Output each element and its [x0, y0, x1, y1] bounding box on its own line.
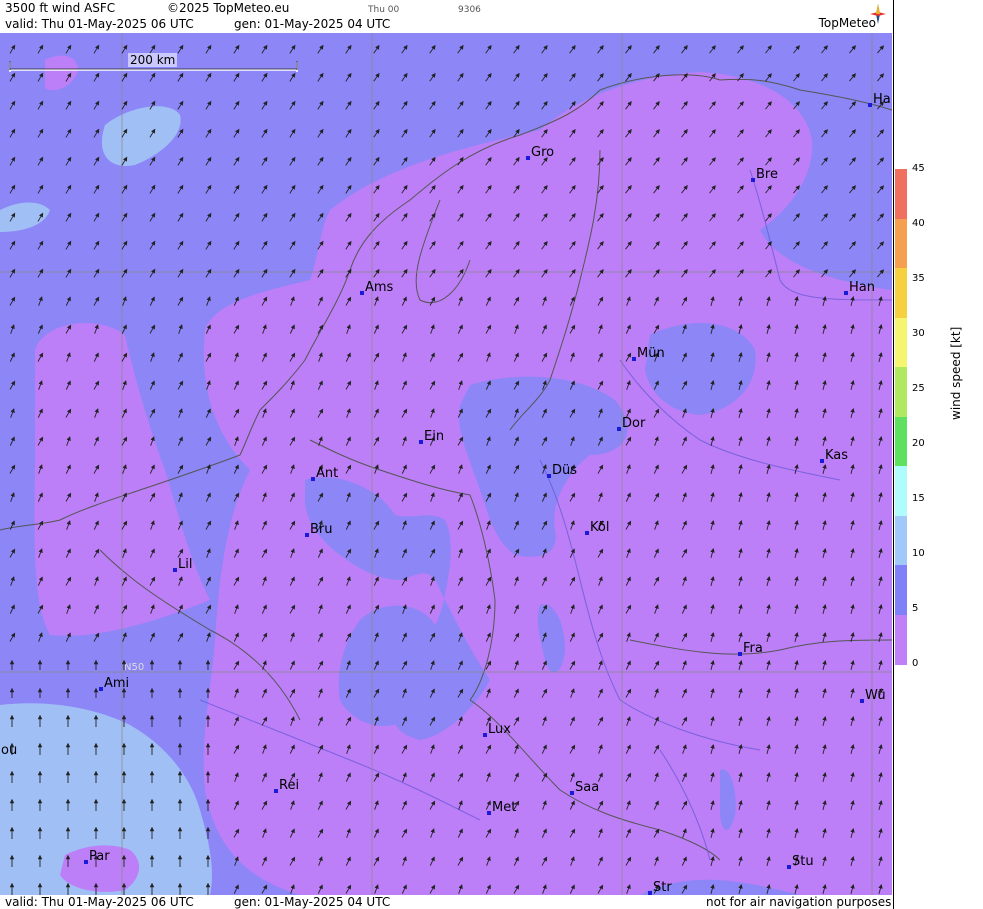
- city-label: Ha: [873, 92, 891, 107]
- legend-band: [895, 367, 907, 417]
- city-marker[interactable]: [173, 568, 177, 572]
- legend-tick: 0: [912, 658, 919, 669]
- city-label: Rei: [279, 778, 299, 793]
- legend-band: [895, 466, 907, 516]
- legend-tick: 35: [912, 273, 925, 284]
- city-label: Mün: [637, 346, 665, 361]
- legend-band: [895, 416, 907, 467]
- legend-band: [895, 614, 907, 665]
- city-marker[interactable]: [419, 440, 423, 444]
- city-marker[interactable]: [860, 699, 864, 703]
- legend-tick: 15: [912, 493, 925, 504]
- grid-label-n50: N50: [124, 662, 144, 673]
- city-label: Stu: [792, 854, 814, 869]
- city-label: Wü: [865, 688, 886, 703]
- city-label: Köl: [590, 520, 609, 535]
- city-label: Saa: [575, 780, 599, 795]
- copyright: ©2025 TopMeteo.eu: [167, 1, 290, 15]
- color-legend: 45 40 35 30 25 20 15 10 5 0 wind speed [kt]: [893, 0, 983, 909]
- city-marker[interactable]: [844, 291, 848, 295]
- city-label: Dor: [622, 416, 646, 431]
- legend-unit: wind speed [kt]: [949, 326, 963, 420]
- city-marker[interactable]: [487, 811, 491, 815]
- legend-tick: 25: [912, 383, 925, 394]
- run-label: Thu 00: [368, 5, 400, 15]
- city-marker[interactable]: [738, 652, 742, 656]
- legend-tick: 45: [912, 163, 925, 174]
- footer-valid: valid: Thu 01-May-2025 06 UTC: [5, 895, 194, 909]
- city-marker[interactable]: [84, 860, 88, 864]
- city-label: Str: [653, 880, 672, 895]
- valid-time: valid: Thu 01-May-2025 06 UTC: [5, 17, 194, 31]
- footer-gen: gen: 01-May-2025 04 UTC: [234, 895, 391, 909]
- city-marker[interactable]: [617, 427, 621, 431]
- legend-tick: 5: [912, 603, 919, 614]
- legend-color-bar: [895, 169, 907, 665]
- city-marker[interactable]: [483, 733, 487, 737]
- city-label: Lil: [178, 557, 192, 572]
- city-label: Ant: [316, 466, 338, 481]
- legend-band: [895, 565, 907, 615]
- city-label: Bru: [310, 522, 333, 537]
- city-marker[interactable]: [274, 789, 278, 793]
- city-label: Düs: [552, 463, 577, 478]
- city-label: Par: [89, 849, 110, 864]
- city-marker[interactable]: [751, 178, 755, 182]
- city-marker[interactable]: [305, 533, 309, 537]
- city-marker[interactable]: [311, 477, 315, 481]
- run-code: 9306: [458, 5, 481, 15]
- city-label: Ami: [104, 676, 129, 691]
- footer-disclaimer: not for air navigation purposes: [706, 895, 892, 909]
- legend-tick: 20: [912, 438, 925, 449]
- city-label: Lux: [488, 722, 511, 737]
- map-header: 3500 ft wind ASFC ©2025 TopMeteo.eu Thu …: [0, 0, 892, 32]
- city-marker[interactable]: [585, 531, 589, 535]
- legend-band: [895, 169, 907, 219]
- legend-band: [895, 268, 907, 318]
- logo-text: TopMeteo: [818, 16, 876, 30]
- city-label: Met: [492, 800, 516, 815]
- city-label: Gro: [531, 145, 554, 160]
- legend-tick: 10: [912, 548, 925, 559]
- city-label: Ein: [424, 429, 444, 444]
- legend-band: [895, 218, 907, 269]
- legend-tick: 30: [912, 328, 925, 339]
- city-label: Han: [849, 280, 875, 295]
- legend-band: [895, 317, 907, 368]
- gen-time: gen: 01-May-2025 04 UTC: [234, 17, 391, 31]
- legend-tick: 40: [912, 218, 925, 229]
- wind-map[interactable]: N50 Gro Bre Ha Ams Han Mün Dor Ein Kas Düs Ant Köl B…: [0, 33, 892, 895]
- city-marker[interactable]: [820, 459, 824, 463]
- scale-bar-label: 200 km: [128, 53, 178, 67]
- city-label: Ams: [365, 280, 394, 295]
- product-title: 3500 ft wind ASFC: [5, 1, 116, 15]
- topmeteo-logo[interactable]: TopMeteo: [798, 4, 888, 32]
- city-marker[interactable]: [787, 865, 791, 869]
- city-marker[interactable]: [526, 156, 530, 160]
- city-label: ou: [1, 743, 17, 758]
- city-label: Bre: [756, 167, 778, 182]
- city-label: Fra: [743, 641, 763, 656]
- map-footer: valid: Thu 01-May-2025 06 UTC gen: 01-Ma…: [0, 895, 892, 909]
- city-marker[interactable]: [99, 687, 103, 691]
- legend-band: [895, 515, 907, 566]
- city-marker[interactable]: [360, 291, 364, 295]
- city-marker[interactable]: [632, 357, 636, 361]
- city-label: Kas: [825, 448, 848, 463]
- city-marker[interactable]: [570, 791, 574, 795]
- city-marker[interactable]: [868, 103, 872, 107]
- city-marker[interactable]: [547, 474, 551, 478]
